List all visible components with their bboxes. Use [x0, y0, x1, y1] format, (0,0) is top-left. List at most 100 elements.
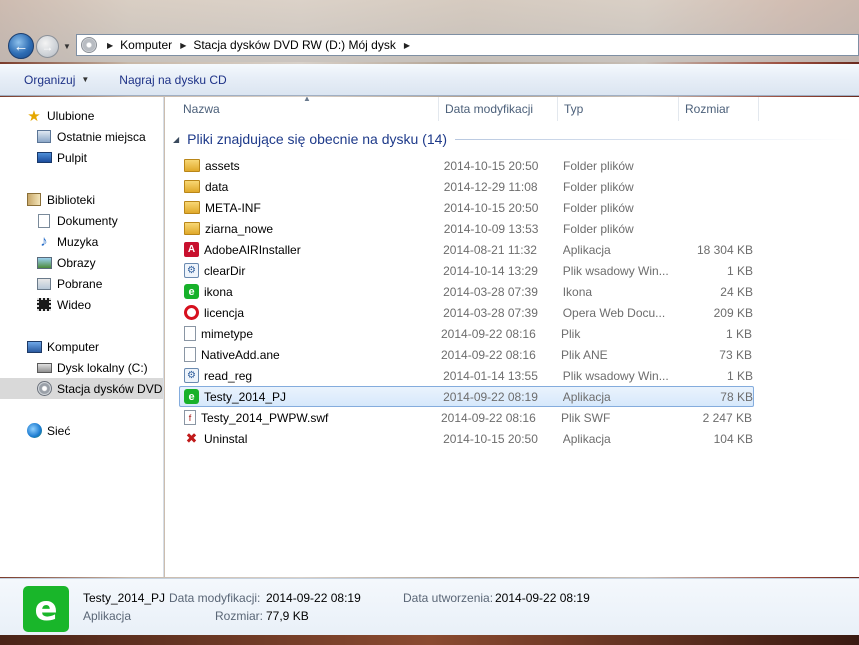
- column-header-name[interactable]: ▲ Nazwa: [165, 97, 439, 121]
- chevron-right-icon[interactable]: ▶: [404, 41, 410, 50]
- file-date-modified: 2014-10-09 13:53: [443, 221, 539, 236]
- file-size: 1 KB: [725, 326, 752, 341]
- back-button[interactable]: ←: [8, 33, 34, 59]
- file-size: 1 KB: [726, 368, 753, 383]
- file-type: Opera Web Docu...: [562, 305, 666, 320]
- file-row[interactable]: ⚙ read_reg 2014-01-14 13:55 Plik wsadowy Wi…: [179, 365, 754, 386]
- file-date-modified: 2014-12-29 11:08: [443, 179, 538, 194]
- file-row[interactable]: assets 2014-10-15 20:50 Folder plików: [179, 155, 754, 176]
- explorer-window: ← → ▼ ▶ Komputer ▶ Stacja dysków DVD RW …: [0, 0, 859, 645]
- nav-music[interactable]: ♪ Muzyka: [0, 231, 163, 252]
- navigation-pane: ★ Ulubione Ostatnie miejsca Pulpit Biblio…: [0, 97, 164, 577]
- file-row[interactable]: ziarna_nowe 2014-10-09 13:53 Folder plików: [179, 218, 754, 239]
- file-row[interactable]: ✖ Uninstal 2014-10-15 20:50 Aplikacja 104 KB: [179, 428, 754, 449]
- column-header-row: ▲ Nazwa Data modyfikacji Typ Rozmiar: [165, 97, 859, 121]
- file-size: 1 KB: [726, 263, 753, 278]
- file-name: META-INF: [205, 200, 261, 215]
- file-size: 78 KB: [720, 389, 753, 404]
- column-header-type[interactable]: Typ: [558, 97, 679, 121]
- file-type: Ikona: [562, 284, 593, 299]
- folder-icon: [184, 180, 200, 193]
- file-date-modified: 2014-09-22 08:16: [441, 347, 536, 362]
- batch-file-icon: ⚙: [184, 263, 199, 278]
- music-note-icon: ♪: [40, 233, 48, 250]
- breadcrumb-computer[interactable]: Komputer: [120, 38, 172, 52]
- group-header-current-files[interactable]: ◢ Pliki znajdujące się obecnie na dysku …: [173, 130, 853, 148]
- nav-local-disk[interactable]: Dysk lokalny (C:): [0, 357, 163, 378]
- nav-videos[interactable]: Wideo: [0, 294, 163, 315]
- nav-pictures[interactable]: Obrazy: [0, 252, 163, 273]
- organize-button[interactable]: Organizuj ▼: [0, 73, 104, 87]
- address-bar[interactable]: ▶ Komputer ▶ Stacja dysków DVD RW (D:) M…: [76, 34, 859, 56]
- chevron-right-icon[interactable]: ▶: [107, 41, 113, 50]
- file-row[interactable]: NativeAdd.ane 2014-09-22 08:16 Plik ANE 73 …: [179, 344, 754, 365]
- nav-dvd-drive[interactable]: Stacja dysków DVD R: [0, 378, 163, 399]
- network-globe-icon: [26, 423, 42, 438]
- details-pane: e Testy_2014_PJ Aplikacja Data modyfikac…: [0, 578, 859, 635]
- file-row[interactable]: e Testy_2014_PJ 2014-09-22 08:19 Aplikacja 7…: [179, 386, 754, 407]
- details-modified-label: Data modyfikacji:: [169, 591, 261, 605]
- file-type: Aplikacja: [562, 389, 611, 404]
- recent-pages-dropdown[interactable]: ▼: [63, 42, 73, 52]
- nav-network[interactable]: Sieć: [0, 420, 163, 441]
- file-size: 24 KB: [720, 284, 753, 299]
- film-icon: [37, 298, 51, 311]
- file-row[interactable]: data 2014-12-29 11:08 Folder plików: [179, 176, 754, 197]
- file-row[interactable]: f Testy_2014_PWPW.swf 2014-09-22 08:16 Plik…: [179, 407, 754, 428]
- file-name: NativeAdd.ane: [201, 347, 280, 362]
- chevron-right-icon[interactable]: ▶: [180, 41, 186, 50]
- file-name: assets: [205, 158, 240, 173]
- e-app-icon: e: [23, 586, 69, 632]
- file-name: Uninstal: [204, 431, 248, 446]
- nav-computer[interactable]: Komputer: [0, 336, 163, 357]
- e-app-icon: e: [184, 284, 199, 299]
- nav-libraries[interactable]: Biblioteki: [0, 189, 163, 210]
- file-name: mimetype: [201, 326, 254, 341]
- adobe-air-icon: A: [184, 242, 199, 257]
- column-header-size[interactable]: Rozmiar: [679, 97, 759, 121]
- uninstall-icon: ✖: [185, 430, 198, 446]
- e-app-icon: e: [184, 389, 199, 404]
- desktop-icon: [36, 152, 52, 163]
- navigation-bar: ← → ▼ ▶ Komputer ▶ Stacja dysków DVD RW …: [0, 0, 859, 62]
- file-date-modified: 2014-09-22 08:19: [443, 389, 538, 404]
- opera-icon: [184, 305, 199, 320]
- file-date-modified: 2014-10-14 13:29: [443, 263, 538, 278]
- file-row[interactable]: mimetype 2014-09-22 08:16 Plik 1 KB: [179, 323, 754, 344]
- file-date-modified: 2014-03-28 07:39: [443, 284, 538, 299]
- file-type: Plik SWF: [561, 410, 611, 425]
- burn-to-disc-button[interactable]: Nagraj na dysku CD: [104, 73, 241, 87]
- nav-documents[interactable]: Dokumenty: [0, 210, 163, 231]
- arrow-left-icon: ←: [13, 37, 29, 55]
- file-row[interactable]: licencja 2014-03-28 07:39 Opera Web Docu..…: [179, 302, 754, 323]
- column-header-date[interactable]: Data modyfikacji: [439, 97, 558, 121]
- file-size: 104 KB: [713, 431, 753, 446]
- nav-desktop[interactable]: Pulpit: [0, 147, 163, 168]
- file-type: Folder plików: [563, 200, 634, 215]
- file-type: Folder plików: [563, 221, 634, 236]
- breadcrumb-dvd-drive[interactable]: Stacja dysków DVD RW (D:) Mój dysk: [193, 38, 395, 52]
- nav-downloads[interactable]: Pobrane: [0, 273, 163, 294]
- drive-icon: [81, 37, 97, 53]
- forward-button[interactable]: →: [36, 35, 59, 58]
- group-divider: [455, 138, 853, 140]
- nav-favorites[interactable]: ★ Ulubione: [0, 105, 163, 126]
- details-file-name: Testy_2014_PJ: [83, 591, 166, 605]
- blank-file-icon: [184, 326, 196, 341]
- documents-icon: [38, 213, 50, 228]
- file-name: licencja: [204, 305, 245, 320]
- file-size: 2 247 KB: [702, 410, 752, 425]
- file-row[interactable]: e ikona 2014-03-28 07:39 Ikona 24 KB: [179, 281, 754, 302]
- folder-icon: [184, 222, 200, 235]
- desktop-strip: [0, 635, 859, 645]
- file-date-modified: 2014-09-22 08:16: [441, 326, 536, 341]
- file-row[interactable]: ⚙ clearDir 2014-10-14 13:29 Plik wsadowy Wi…: [179, 260, 754, 281]
- file-date-modified: 2014-10-15 20:50: [443, 158, 539, 173]
- file-row[interactable]: META-INF 2014-10-15 20:50 Folder plików: [179, 197, 754, 218]
- file-type: Plik wsadowy Win...: [562, 263, 669, 278]
- details-size-value: 77,9 KB: [266, 609, 309, 623]
- file-name: AdobeAIRInstaller: [204, 242, 301, 257]
- file-row[interactable]: A AdobeAIRInstaller 2014-08-21 11:32 Aplika…: [179, 239, 754, 260]
- nav-recent-places[interactable]: Ostatnie miejsca: [0, 126, 163, 147]
- details-size-label: Rozmiar:: [215, 609, 264, 623]
